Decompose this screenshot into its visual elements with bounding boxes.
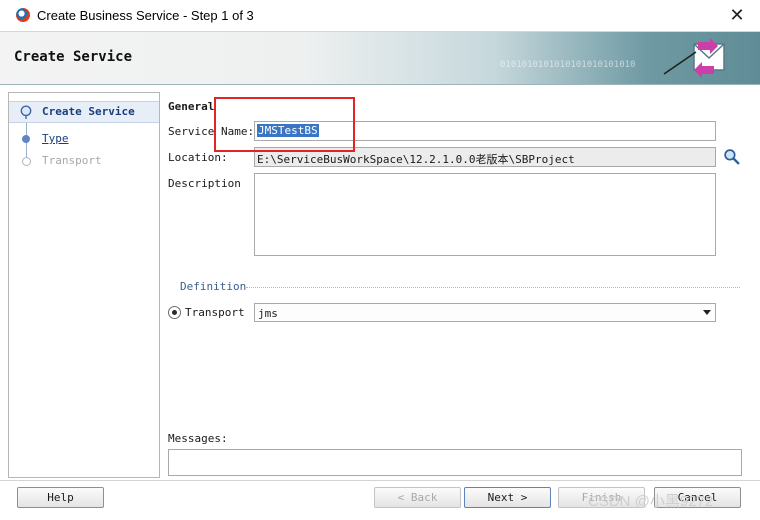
window-title: Create Business Service - Step 1 of 3	[37, 8, 254, 23]
description-textarea[interactable]	[254, 173, 716, 256]
csdn-watermark: CSDN @小黑9272	[588, 493, 714, 510]
transport-select-value: jms	[258, 307, 278, 320]
help-button[interactable]: Help	[17, 487, 104, 508]
description-label: Description	[168, 177, 241, 190]
transport-radio[interactable]	[168, 306, 181, 319]
step-label: Create Service	[42, 105, 135, 118]
definition-divider	[246, 287, 740, 288]
step-dot-icon	[22, 157, 31, 166]
wizard-banner: Create Service 0101010101010101010101010	[0, 32, 760, 85]
location-label: Location:	[168, 151, 228, 164]
close-icon[interactable]: ✕	[724, 3, 750, 27]
transport-label: Transport	[185, 306, 245, 319]
messages-area[interactable]	[168, 449, 742, 476]
chevron-down-icon	[703, 310, 711, 315]
definition-section-label: Definition	[180, 280, 247, 293]
footer-divider	[0, 480, 760, 481]
search-icon[interactable]	[723, 148, 740, 165]
general-section-label: General	[168, 100, 215, 113]
transport-select[interactable]: jms	[254, 303, 716, 322]
step-label: Type	[42, 132, 69, 145]
step-label: Transport	[42, 154, 102, 167]
banner-binary-decoration: 0101010101010101010101010	[500, 60, 636, 70]
app-logo-icon	[16, 8, 30, 22]
current-step-icon	[20, 105, 32, 119]
step-transport: Transport	[9, 151, 159, 171]
location-value: E:\ServiceBusWorkSpace\12.2.1.0.0老版本\SBP…	[257, 153, 575, 166]
wizard-steps-pane: Create Service Type Transport	[8, 92, 160, 478]
next-button[interactable]: Next >	[464, 487, 551, 508]
step-type[interactable]: Type	[9, 129, 159, 149]
messages-label: Messages:	[168, 432, 228, 445]
banner-title: Create Service	[14, 49, 133, 65]
back-button[interactable]: < Back	[374, 487, 461, 508]
radio-selected-dot	[172, 310, 177, 315]
window-titlebar: Create Business Service - Step 1 of 3 ✕	[0, 0, 760, 32]
step-create-service[interactable]: Create Service	[9, 101, 159, 123]
envelope-arrows-icon	[663, 38, 725, 78]
highlight-annotation-box	[214, 97, 355, 152]
step-dot-icon	[22, 135, 30, 143]
